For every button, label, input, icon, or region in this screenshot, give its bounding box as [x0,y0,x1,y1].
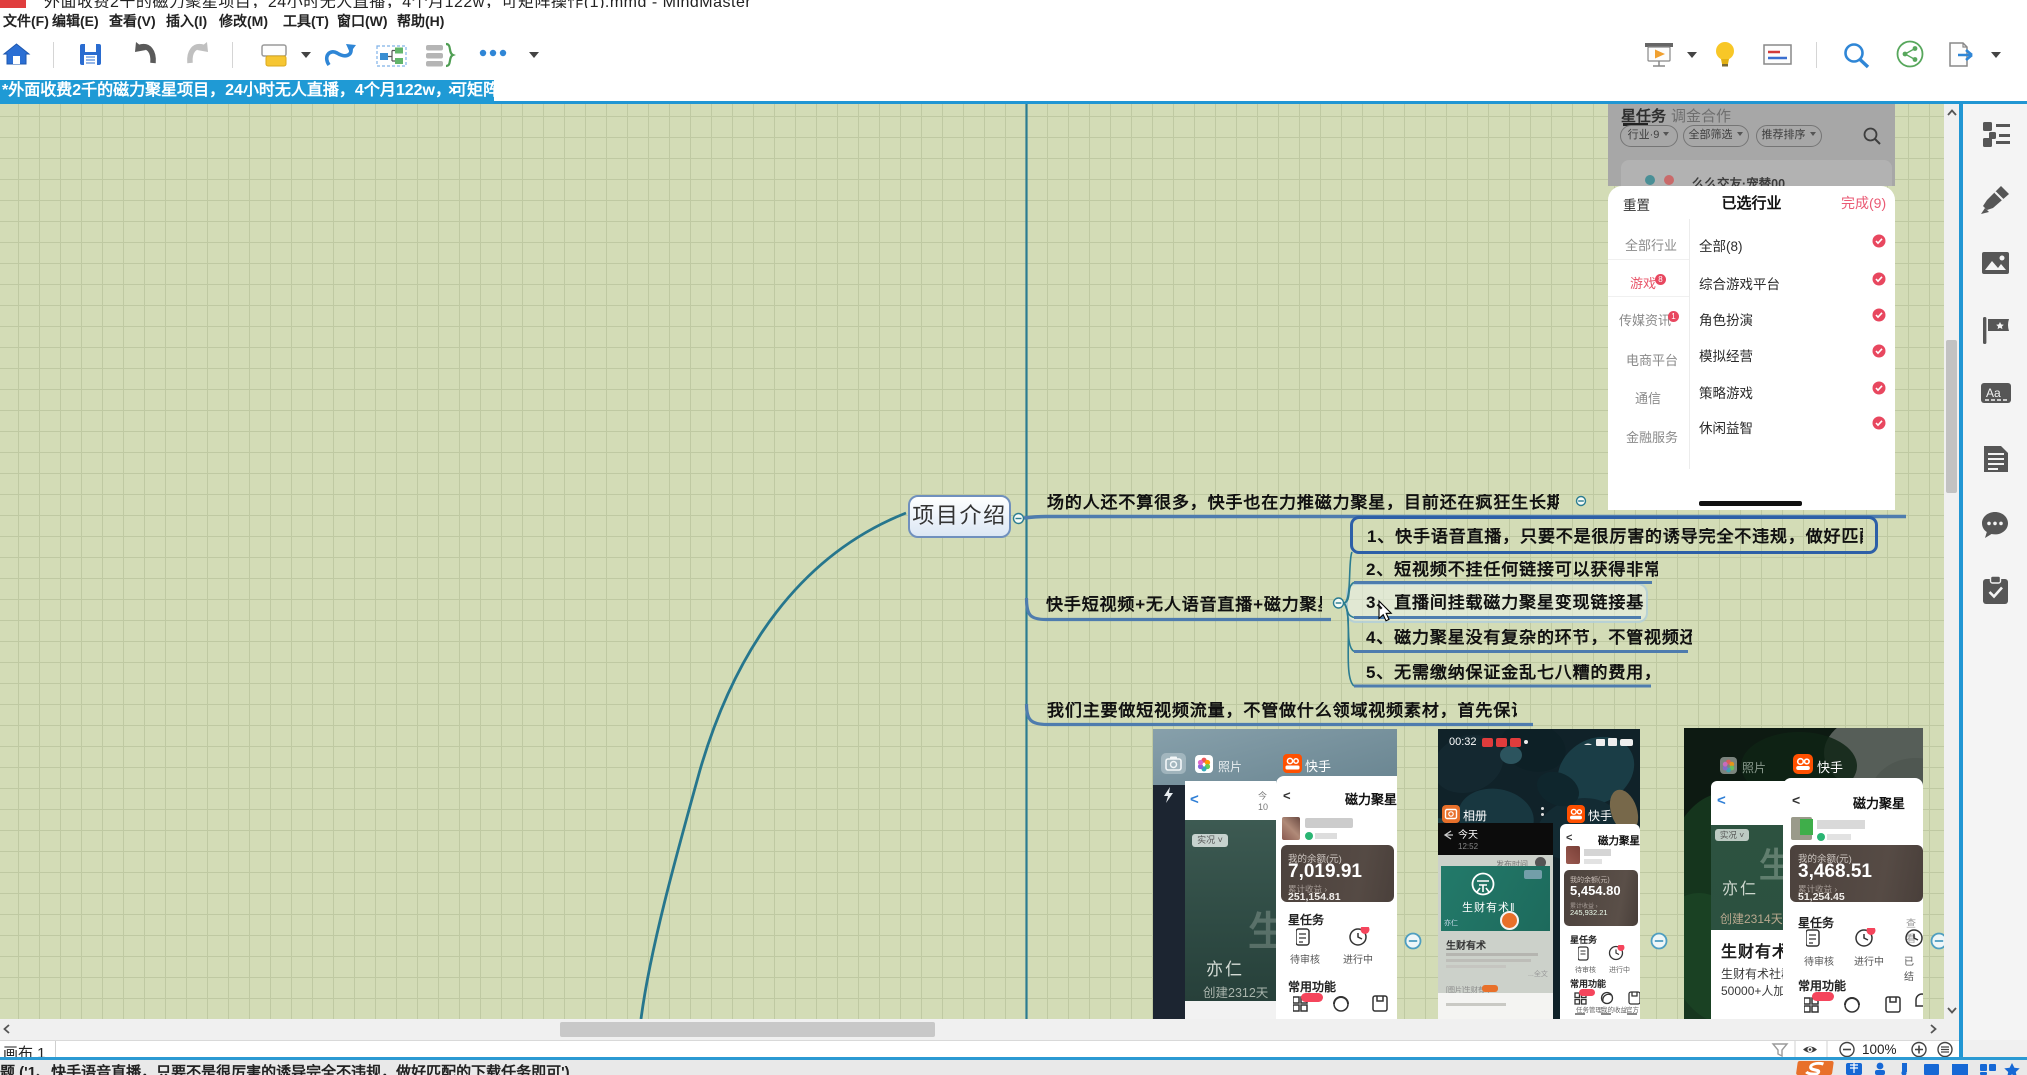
svg-text:Aa: Aa [1986,386,2001,400]
svg-text:100%: 100% [1862,1042,1897,1057]
